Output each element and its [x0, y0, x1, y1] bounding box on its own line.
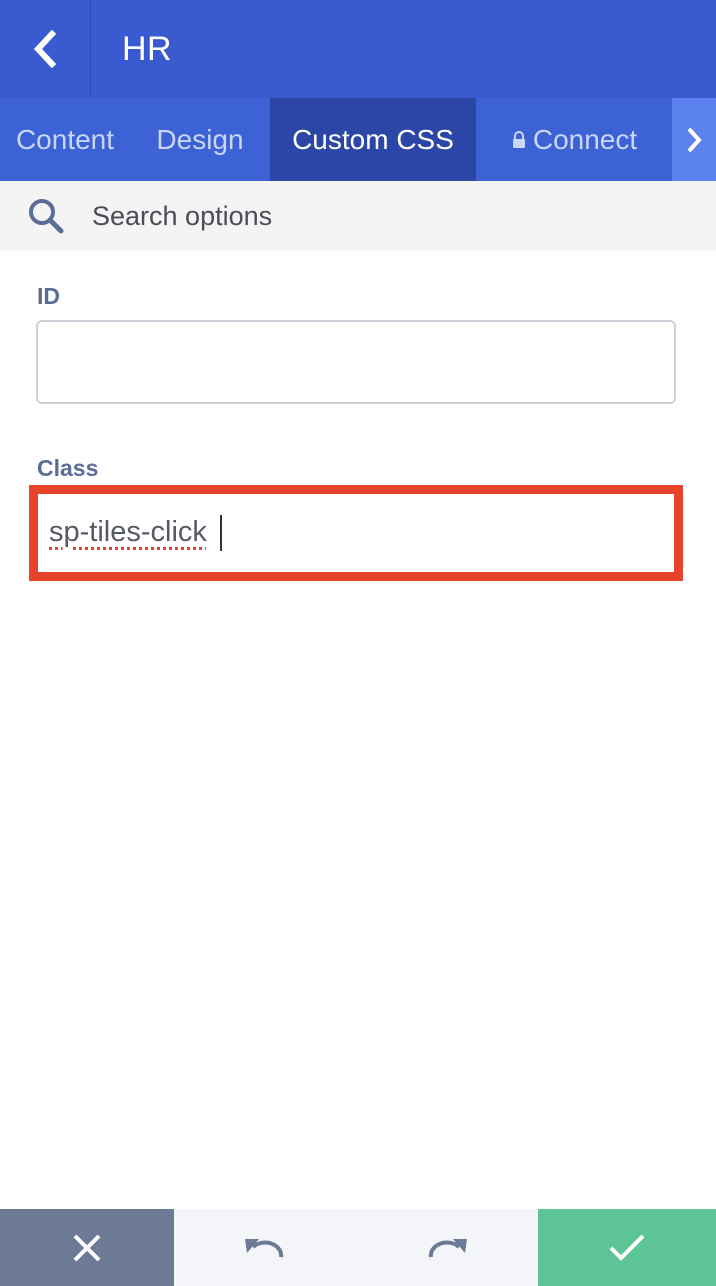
confirm-button[interactable]: [538, 1209, 716, 1286]
redo-button[interactable]: [356, 1209, 538, 1286]
bottom-action-bar: [0, 1209, 716, 1286]
tab-content[interactable]: Content: [0, 98, 130, 181]
search-icon[interactable]: [0, 181, 92, 251]
tab-design[interactable]: Design: [130, 98, 270, 181]
chevron-right-icon: [687, 127, 702, 152]
tab-custom-css[interactable]: Custom CSS: [270, 98, 476, 181]
lock-icon: [512, 130, 525, 148]
redo-icon: [428, 1238, 467, 1257]
undo-button[interactable]: [174, 1209, 356, 1286]
tab-bar: Content Design Custom CSS Connect: [0, 98, 716, 181]
text-caret: [220, 515, 222, 551]
class-label: Class: [37, 455, 99, 481]
chevron-left-icon: [33, 29, 57, 69]
back-button[interactable]: [0, 0, 91, 98]
id-input[interactable]: [36, 320, 676, 404]
search-input[interactable]: [92, 200, 672, 232]
search-bar: [0, 181, 716, 251]
undo-icon: [245, 1238, 284, 1257]
id-label: ID: [37, 283, 60, 309]
close-button[interactable]: [0, 1209, 174, 1286]
top-bar: HR: [0, 0, 716, 98]
check-icon: [609, 1234, 645, 1261]
class-input-value[interactable]: sp-tiles-click: [49, 516, 207, 549]
tab-connect-label: Connect: [532, 123, 638, 155]
page-title: HR: [122, 29, 173, 68]
tabs-scroll-right-button[interactable]: [672, 98, 716, 181]
tab-connect[interactable]: Connect: [476, 98, 672, 181]
close-icon: [73, 1234, 101, 1261]
